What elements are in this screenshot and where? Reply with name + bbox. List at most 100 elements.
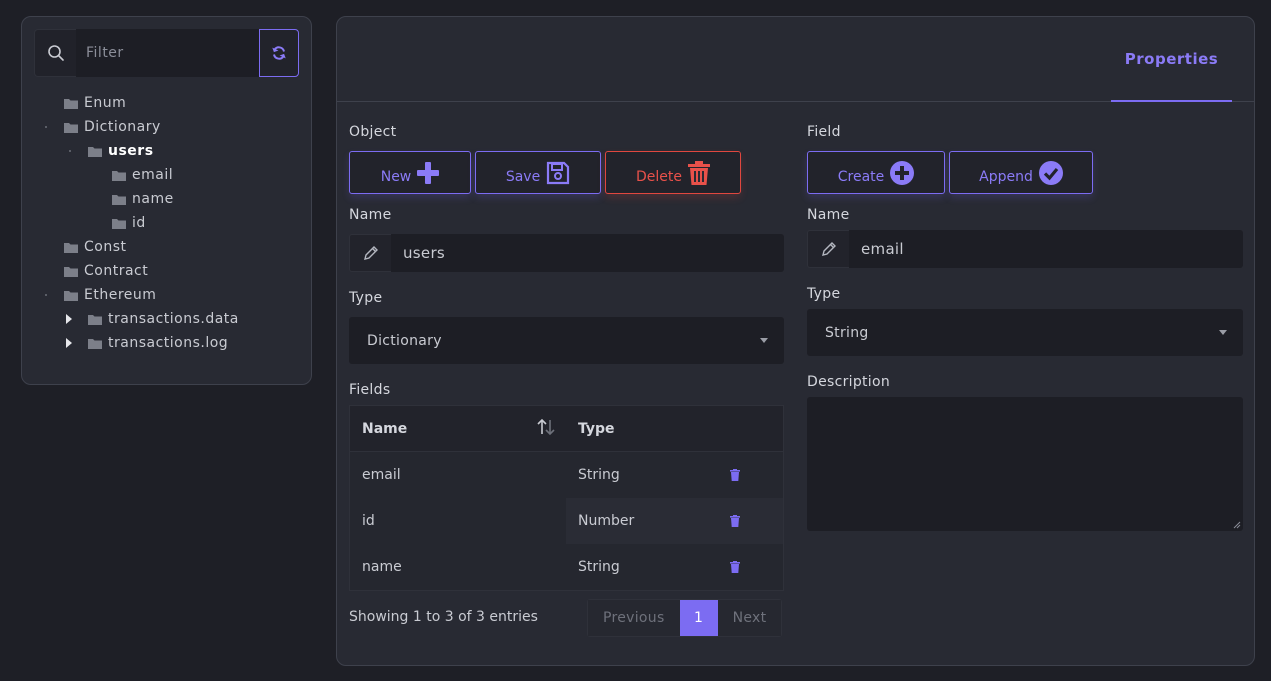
row-delete-button[interactable] bbox=[716, 498, 783, 544]
sort-icon bbox=[537, 418, 555, 436]
caret-right-icon[interactable] bbox=[66, 314, 72, 324]
folder-icon bbox=[112, 170, 126, 181]
create-button[interactable]: Create bbox=[807, 151, 945, 194]
tree-node-users[interactable]: users bbox=[69, 141, 154, 161]
plus-circle-icon bbox=[890, 160, 915, 185]
object-type-select[interactable]: Dictionary bbox=[349, 317, 784, 364]
save-button[interactable]: Save bbox=[475, 151, 601, 194]
object-name-label: Name bbox=[349, 207, 392, 223]
cell-type: String bbox=[578, 559, 620, 575]
tree-node-label: email bbox=[132, 167, 174, 183]
table-info: Showing 1 to 3 of 3 entries bbox=[349, 609, 538, 625]
cell-name: email bbox=[362, 467, 401, 483]
tab-properties[interactable]: Properties bbox=[1111, 17, 1232, 102]
object-type-label: Type bbox=[349, 290, 383, 306]
caret-right-icon[interactable] bbox=[66, 338, 72, 348]
refresh-button[interactable] bbox=[259, 29, 299, 77]
expanded-dot-icon[interactable] bbox=[45, 294, 47, 296]
expanded-dot-icon[interactable] bbox=[69, 150, 71, 152]
object-section-label: Object bbox=[349, 124, 397, 140]
tree-node-name[interactable]: name bbox=[112, 189, 174, 209]
plus-icon bbox=[417, 161, 440, 184]
table-row[interactable]: id Number bbox=[350, 498, 783, 544]
tree-node-enum[interactable]: Enum bbox=[64, 93, 126, 113]
delete-button[interactable]: Delete bbox=[605, 151, 741, 194]
table-header: Name Type bbox=[350, 406, 783, 452]
resize-handle-icon[interactable] bbox=[1233, 521, 1241, 529]
field-type-value: String bbox=[825, 324, 869, 341]
tree-node-const[interactable]: Const bbox=[64, 237, 127, 257]
object-name-value[interactable]: users bbox=[391, 234, 784, 272]
tree-node-label: transactions.data bbox=[108, 311, 239, 327]
tree-node-dictionary[interactable]: Dictionary bbox=[45, 117, 161, 137]
table-row[interactable]: name String bbox=[350, 544, 783, 590]
new-button-label: New bbox=[380, 168, 412, 185]
create-button-label: Create bbox=[837, 168, 885, 185]
chevron-down-icon bbox=[760, 338, 768, 343]
tree-node-transactions-log[interactable]: transactions.log bbox=[66, 333, 229, 353]
expanded-dot-icon[interactable] bbox=[45, 126, 47, 128]
tree-node-label: transactions.log bbox=[108, 335, 229, 351]
field-type-select[interactable]: String bbox=[807, 309, 1243, 356]
refresh-icon bbox=[272, 46, 286, 60]
save-button-label: Save bbox=[505, 168, 541, 185]
column-header-type[interactable]: Type bbox=[566, 406, 716, 451]
delete-button-label: Delete bbox=[636, 168, 682, 185]
tree-node-label: id bbox=[132, 215, 146, 231]
new-button[interactable]: New bbox=[349, 151, 471, 194]
trash-icon bbox=[730, 561, 740, 573]
tree-node-email[interactable]: email bbox=[112, 165, 173, 185]
tree-node-label: name bbox=[132, 191, 174, 207]
pagination-page-1[interactable]: 1 bbox=[679, 600, 718, 636]
row-delete-button[interactable] bbox=[716, 544, 783, 590]
tree-node-label: Const bbox=[84, 239, 127, 255]
folder-icon bbox=[64, 122, 78, 133]
search-icon bbox=[34, 29, 76, 77]
floppy-disk-icon bbox=[547, 161, 570, 184]
fields-table: Name Type email String id Number name St… bbox=[349, 405, 784, 591]
object-type-value: Dictionary bbox=[367, 332, 442, 349]
pencil-icon bbox=[807, 230, 849, 268]
filter-input[interactable] bbox=[76, 29, 259, 77]
tree-panel: Enum Dictionary users email name id Cons… bbox=[21, 16, 312, 385]
tree-node-contract[interactable]: Contract bbox=[64, 261, 148, 281]
field-name-value[interactable]: email bbox=[849, 230, 1243, 268]
folder-icon bbox=[64, 290, 78, 301]
folder-icon bbox=[112, 218, 126, 229]
table-row[interactable]: email String bbox=[350, 452, 783, 498]
description-textarea[interactable] bbox=[807, 397, 1243, 531]
check-circle-icon bbox=[1038, 160, 1063, 185]
tree-node-transactions-data[interactable]: transactions.data bbox=[66, 309, 239, 329]
tree-node-label: Dictionary bbox=[84, 119, 161, 135]
pencil-icon bbox=[349, 234, 391, 272]
trash-icon bbox=[730, 515, 740, 527]
properties-panel: Properties Object New Save Delete Name u… bbox=[336, 16, 1255, 666]
description-label: Description bbox=[807, 374, 891, 390]
trash-icon bbox=[730, 469, 740, 481]
tree-node-label: users bbox=[108, 143, 154, 159]
pagination-previous[interactable]: Previous bbox=[588, 600, 680, 636]
tree-node-id[interactable]: id bbox=[112, 213, 146, 233]
tree-node-label: Enum bbox=[84, 95, 127, 111]
folder-icon bbox=[64, 266, 78, 277]
field-name-input[interactable]: email bbox=[807, 230, 1243, 268]
cell-type: String bbox=[578, 467, 620, 483]
append-button[interactable]: Append bbox=[949, 151, 1093, 194]
row-delete-button[interactable] bbox=[716, 452, 783, 498]
cell-name: id bbox=[350, 498, 566, 544]
filter-bar bbox=[34, 29, 300, 77]
tab-bar: Properties bbox=[337, 17, 1254, 102]
tree-node-ethereum[interactable]: Ethereum bbox=[45, 285, 156, 305]
tree-node-label: Contract bbox=[84, 263, 149, 279]
fields-label: Fields bbox=[349, 382, 391, 398]
folder-icon bbox=[88, 338, 102, 349]
folder-icon bbox=[64, 242, 78, 253]
chevron-down-icon bbox=[1219, 330, 1227, 335]
column-header-label: Name bbox=[362, 420, 408, 437]
pagination-next[interactable]: Next bbox=[717, 600, 782, 636]
column-header-name[interactable]: Name bbox=[350, 406, 566, 451]
field-section-label: Field bbox=[807, 124, 841, 140]
object-name-input[interactable]: users bbox=[349, 234, 784, 272]
pagination: Previous 1 Next bbox=[587, 599, 783, 637]
trash-icon bbox=[688, 160, 710, 185]
